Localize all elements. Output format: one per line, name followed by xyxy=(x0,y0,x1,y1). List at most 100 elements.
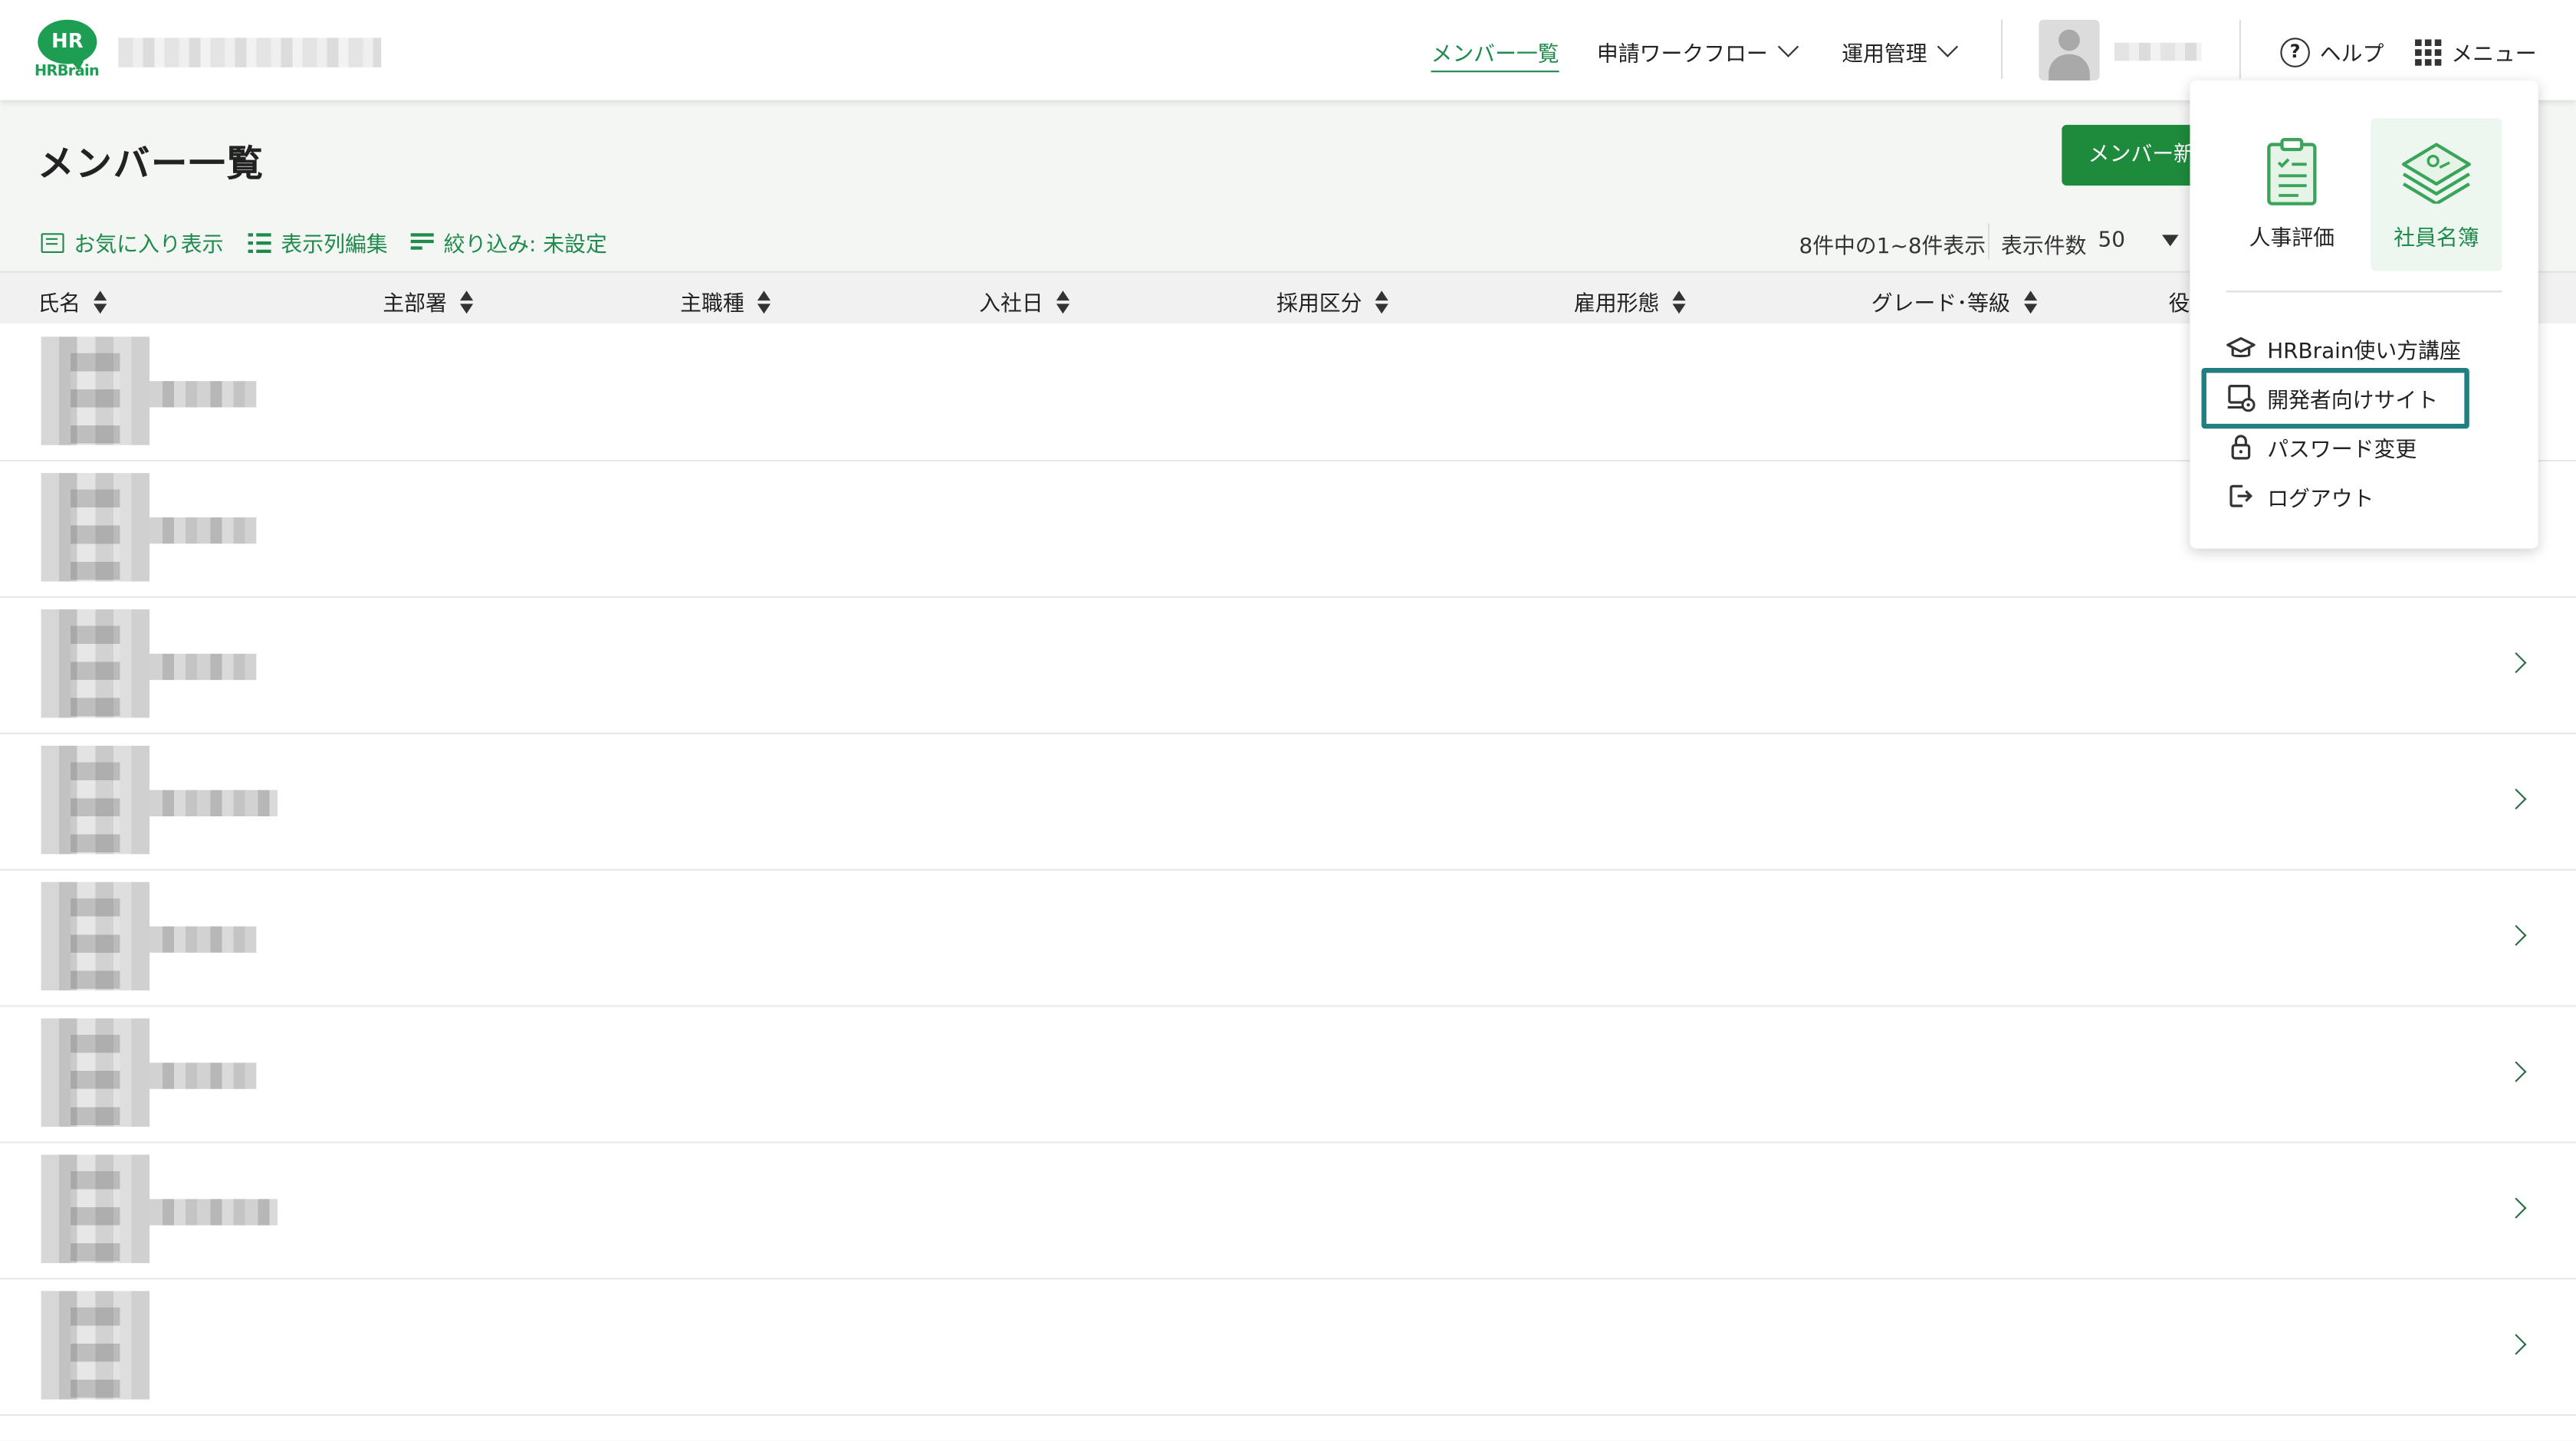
logo-mark: HR xyxy=(38,19,97,71)
app-tile-directory[interactable]: 社員名簿 xyxy=(2371,118,2502,271)
column-header-label: 入社日 xyxy=(979,292,1043,317)
column-header-label: グレード･等級 xyxy=(1871,292,2010,317)
nav-workflow[interactable]: 申請ワークフロー xyxy=(1596,36,1799,67)
app-tile-evaluation[interactable]: 人事評価 xyxy=(2226,118,2358,271)
hrbrain-logo[interactable]: HR HRBrain xyxy=(34,18,100,84)
member-photo-redacted xyxy=(41,473,150,582)
member-photo-redacted xyxy=(41,336,150,445)
menu-button[interactable]: メニュー xyxy=(2415,36,2537,67)
column-header[interactable]: 雇用形態 xyxy=(1574,286,1686,317)
page-title: メンバー一覧 xyxy=(38,144,265,186)
sort-icon xyxy=(1375,290,1388,313)
table-row[interactable] xyxy=(0,1278,2576,1416)
member-photo-redacted xyxy=(41,745,150,855)
column-header-label: 主部署 xyxy=(383,292,447,317)
chevron-right-icon[interactable] xyxy=(2505,788,2527,810)
help-label: ヘルプ xyxy=(2319,42,2384,67)
menu-item-label: 開発者向けサイト xyxy=(2267,388,2439,413)
member-photo-redacted xyxy=(41,1018,150,1128)
sort-icon xyxy=(1672,290,1686,313)
member-name-redacted[interactable] xyxy=(150,1062,257,1089)
lock-icon xyxy=(2231,435,2251,460)
menu-label: メニュー xyxy=(2451,42,2537,67)
column-header[interactable]: 主職種 xyxy=(680,286,771,317)
table-row[interactable] xyxy=(0,1141,2576,1280)
help-icon: ? xyxy=(2280,37,2310,67)
member-name-redacted[interactable] xyxy=(150,789,278,817)
per-page-select[interactable]: 50 xyxy=(2098,228,2124,253)
member-photo-redacted xyxy=(41,1291,150,1400)
member-photo-redacted xyxy=(41,1154,150,1263)
menu-item-developer-site[interactable]: 開発者向けサイト xyxy=(2226,379,2438,415)
menu-item-logout[interactable]: ログアウト xyxy=(2226,478,2374,514)
app-menu-panel: 人事評価 社員名簿 HRBrain使い方講座 開発者向けサイト パスワード変更 xyxy=(2190,80,2538,549)
table-row[interactable] xyxy=(0,596,2576,734)
menu-item-hrbrain-course[interactable]: HRBrain使い方講座 xyxy=(2226,330,2461,366)
column-header[interactable]: 氏名 xyxy=(38,286,107,317)
column-header[interactable]: グレード･等級 xyxy=(1871,286,2037,317)
table-row[interactable] xyxy=(0,1005,2576,1144)
nav-member-list[interactable]: メンバー一覧 xyxy=(1431,36,1559,73)
app-tile-label: 社員名簿 xyxy=(2394,226,2479,251)
menu-item-label: パスワード変更 xyxy=(2267,438,2417,463)
member-name-redacted[interactable] xyxy=(150,1199,278,1226)
member-photo-redacted xyxy=(41,881,150,991)
nav-workflow-label: 申請ワークフロー xyxy=(1596,42,1768,67)
member-name-redacted[interactable] xyxy=(150,381,257,408)
chevron-right-icon[interactable] xyxy=(2505,652,2527,674)
member-name-redacted[interactable] xyxy=(150,517,257,544)
sort-icon xyxy=(2023,290,2037,313)
help-link[interactable]: ? ヘルプ xyxy=(2280,36,2384,67)
company-name-redacted xyxy=(118,38,382,67)
chevron-right-icon[interactable] xyxy=(2505,1334,2527,1355)
sort-icon xyxy=(757,290,771,313)
sort-icon xyxy=(1056,290,1070,313)
user-name-redacted[interactable] xyxy=(2114,42,2202,61)
favorites-toggle[interactable]: お気に入り表示 xyxy=(41,227,224,258)
menu-item-label: HRBrain使い方講座 xyxy=(2267,339,2461,364)
column-header-label: 役 xyxy=(2168,292,2190,317)
chevron-right-icon[interactable] xyxy=(2505,924,2527,947)
app-tile-label: 人事評価 xyxy=(2249,226,2335,251)
column-header-label: 雇用形態 xyxy=(1573,292,1660,317)
member-photo-redacted xyxy=(41,609,150,718)
chevron-right-icon[interactable] xyxy=(2505,1061,2527,1082)
column-header-label: 採用区分 xyxy=(1276,292,1362,317)
user-avatar[interactable] xyxy=(2039,19,2100,81)
favorites-label: お気に入り表示 xyxy=(74,233,224,258)
nav-operations[interactable]: 運用管理 xyxy=(1842,36,1959,67)
filter-label: 絞り込み: 未設定 xyxy=(443,233,607,258)
logout-icon xyxy=(2229,484,2253,507)
nav-member-list-label: メンバー一覧 xyxy=(1431,42,1559,67)
column-header-label: 主職種 xyxy=(680,292,744,317)
grid-menu-icon xyxy=(2415,38,2442,65)
column-header[interactable]: 入社日 xyxy=(979,286,1070,317)
column-header[interactable]: 採用区分 xyxy=(1276,286,1388,317)
chevron-down-icon xyxy=(1777,36,1799,57)
logo-word: HRBrain xyxy=(34,64,100,81)
edit-columns-button[interactable]: 表示列編集 xyxy=(248,227,388,258)
divider xyxy=(1987,223,1990,260)
table-row[interactable] xyxy=(0,869,2576,1007)
table-row[interactable] xyxy=(0,733,2576,871)
member-name-redacted[interactable] xyxy=(150,926,257,953)
member-name-redacted[interactable] xyxy=(150,653,257,681)
column-header-label: 氏名 xyxy=(38,292,81,317)
developer-site-icon xyxy=(2227,384,2256,412)
clipboard-checklist-icon xyxy=(2267,138,2317,205)
divider xyxy=(2239,19,2241,79)
divider xyxy=(2001,19,2003,79)
menu-divider xyxy=(2226,290,2502,293)
menu-item-label: ログアウト xyxy=(2267,487,2374,512)
result-count: 8件中の1~8件表示 xyxy=(1799,235,1986,260)
menu-item-change-password[interactable]: パスワード変更 xyxy=(2226,428,2417,464)
chevron-right-icon[interactable] xyxy=(2505,1197,2527,1219)
sort-icon xyxy=(460,290,474,313)
nav-operations-label: 運用管理 xyxy=(1842,42,1927,67)
caret-down-icon[interactable] xyxy=(2162,235,2179,247)
column-header[interactable]: 役 xyxy=(2169,286,2190,317)
per-page-label: 表示件数 xyxy=(2001,235,2087,260)
filter-button[interactable]: 絞り込み: 未設定 xyxy=(410,227,607,258)
edit-columns-label: 表示列編集 xyxy=(281,233,388,258)
column-header[interactable]: 主部署 xyxy=(383,286,474,317)
